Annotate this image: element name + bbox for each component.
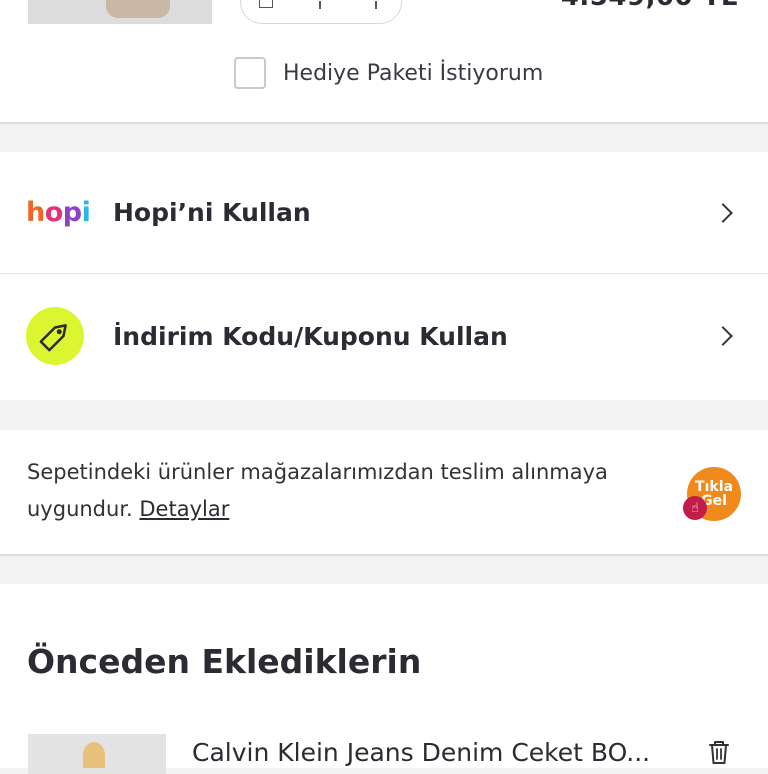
quantity-divider [319, 1, 321, 9]
coupon-label: İndirim Kodu/Kuponu Kullan [113, 321, 508, 351]
section-title: Önceden Eklediklerin [27, 642, 422, 681]
increment-icon[interactable] [375, 1, 377, 9]
details-link[interactable]: Detaylar [139, 497, 229, 521]
previously-added-section: Önceden Eklediklerin Calvin Klein Jeans … [0, 584, 768, 774]
gift-label: Hediye Paketi İstiyorum [283, 60, 544, 86]
hand-pointer-icon: ☝ [683, 496, 707, 520]
use-coupon-row[interactable]: İndirim Kodu/Kuponu Kullan [0, 275, 768, 397]
store-pickup-info: Sepetindeki ürünler mağazalarımızdan tes… [0, 430, 768, 556]
gift-package-option[interactable]: Hediye Paketi İstiyorum [234, 55, 543, 91]
cart-item-card: 4.549,00 TL Hediye Paketi İstiyorum [0, 0, 768, 124]
quantity-stepper[interactable] [240, 0, 402, 24]
discount-actions: hopi Hopi’ni Kullan İndirim Kodu/Kuponu … [0, 152, 768, 400]
use-hopi-row[interactable]: hopi Hopi’ni Kullan [0, 152, 768, 274]
product-name[interactable]: Calvin Klein Jeans Denim Ceket BO... [192, 738, 658, 767]
hopi-logo-icon: hopi [26, 197, 91, 228]
chevron-right-icon [713, 202, 733, 223]
hopi-label: Hopi’ni Kullan [113, 198, 311, 227]
tag-icon [26, 307, 84, 365]
shoe-image [106, 0, 170, 18]
product-image[interactable] [28, 0, 212, 24]
pickup-text: Sepetindeki ürünler mağazalarımızdan tes… [27, 460, 608, 521]
product-image[interactable] [28, 734, 166, 774]
trash-icon[interactable] [705, 738, 733, 766]
gift-checkbox[interactable] [234, 57, 266, 89]
model-image [83, 742, 105, 768]
trash-icon[interactable] [259, 0, 273, 8]
chevron-right-icon [713, 326, 733, 346]
item-price: 4.549,00 TL [561, 0, 738, 12]
